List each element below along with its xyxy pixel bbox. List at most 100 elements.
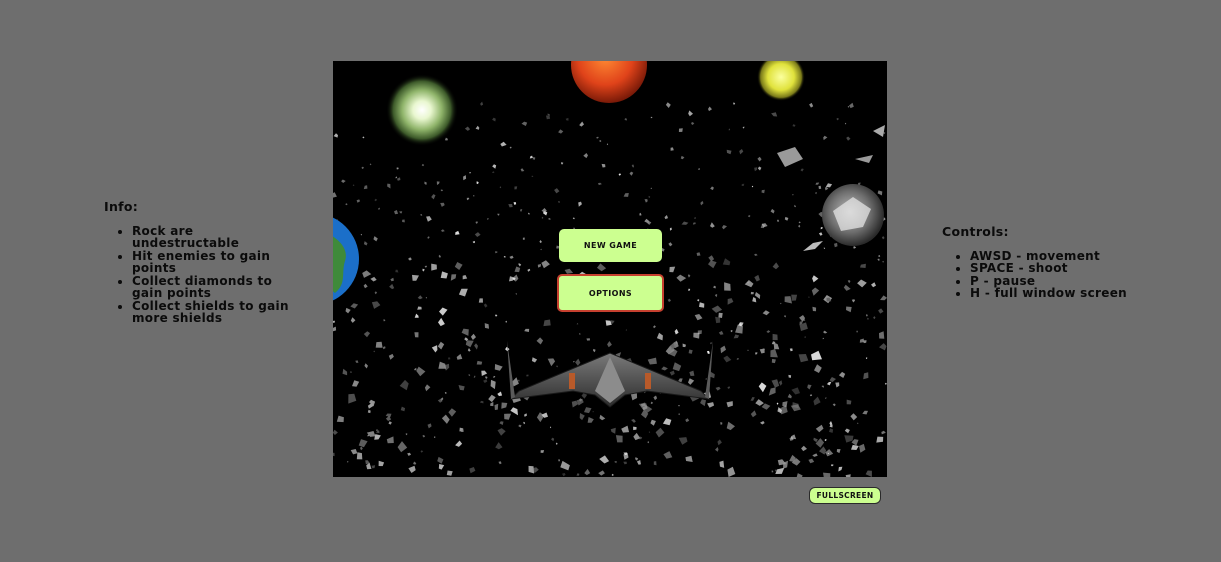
- asteroid-fragment: [813, 396, 821, 406]
- asteroid-fragment: [455, 230, 460, 235]
- asteroid-fragment: [685, 455, 693, 462]
- asteroid-fragment: [431, 194, 436, 200]
- asteroid-fragment: [751, 185, 754, 188]
- asteroid-fragment: [333, 326, 337, 332]
- asteroid-fragment: [458, 288, 468, 297]
- asteroid-fragment: [770, 208, 775, 214]
- asteroid-fragment: [791, 294, 798, 301]
- asteroid-fragment: [670, 147, 674, 151]
- asteroid-fragment: [469, 467, 476, 474]
- asteroid-fragment: [688, 349, 693, 354]
- asteroid-fragment: [408, 257, 412, 261]
- asteroid-fragment: [847, 280, 851, 284]
- asteroid-fragment: [624, 118, 627, 121]
- asteroid-fragment: [399, 211, 403, 214]
- asteroid-fragment: [844, 435, 854, 443]
- asteroid-fragment: [730, 330, 733, 333]
- asteroid-fragment: [723, 355, 732, 363]
- asteroid-fragment: [696, 252, 701, 256]
- asteroid-fragment: [536, 412, 545, 423]
- asteroid-fragment: [369, 163, 372, 166]
- asteroid-fragment: [678, 128, 683, 132]
- asteroid-fragment: [879, 331, 885, 339]
- asteroid-fragment: [742, 126, 745, 129]
- asteroid-fragment: [593, 348, 596, 353]
- asteroid-fragment: [524, 413, 527, 417]
- asteroid-fragment: [823, 135, 828, 141]
- asteroid-fragment: [798, 221, 801, 224]
- asteroid-fragment: [844, 428, 850, 434]
- asteroid-fragment: [792, 124, 796, 127]
- asteroid-fragment: [807, 384, 812, 390]
- asteroid-fragment: [648, 431, 651, 433]
- asteroid-fragment: [733, 102, 736, 105]
- asteroid-fragment: [378, 460, 385, 467]
- asteroid-fragment: [674, 328, 679, 335]
- asteroid-fragment: [722, 225, 727, 230]
- asteroid-fragment: [541, 260, 550, 269]
- asteroid-fragment: [438, 317, 445, 327]
- game-canvas[interactable]: NEW GAME OPTIONS: [333, 61, 887, 477]
- fullscreen-button[interactable]: FULLSCREEN: [809, 487, 881, 504]
- asteroid-fragment: [784, 296, 792, 304]
- asteroid-fragment: [479, 400, 484, 404]
- asteroid-fragment: [799, 315, 806, 322]
- asteroid-fragment: [475, 221, 479, 224]
- asteroid-fragment: [824, 397, 827, 399]
- asteroid-fragment: [853, 246, 857, 249]
- asteroid-fragment: [672, 362, 682, 372]
- asteroid-fragment: [850, 413, 858, 421]
- asteroid-fragment: [849, 102, 854, 109]
- asteroid-fragment: [581, 393, 588, 399]
- new-game-button[interactable]: NEW GAME: [559, 229, 662, 262]
- asteroid-fragment: [691, 121, 695, 125]
- asteroid-fragment: [526, 374, 529, 377]
- asteroid-fragment: [717, 439, 722, 446]
- asteroid-fragment: [680, 155, 685, 160]
- asteroid-fragment: [863, 372, 869, 380]
- asteroid-fragment: [636, 460, 641, 465]
- asteroid-fragment: [472, 240, 475, 244]
- asteroid-fragment: [813, 437, 818, 443]
- asteroid-fragment: [705, 378, 707, 380]
- asteroid-fragment: [514, 266, 521, 273]
- info-panel: Info: Rock are undestructable Hit enemie…: [104, 199, 289, 325]
- asteroid-fragment: [575, 358, 581, 366]
- asteroid-fragment: [548, 217, 551, 220]
- asteroid-fragment: [811, 350, 822, 361]
- asteroid-fragment: [845, 474, 851, 477]
- asteroid-fragment: [791, 434, 797, 440]
- asteroid-fragment: [488, 394, 496, 403]
- asteroid-fragment: [537, 264, 541, 268]
- asteroid-fragment: [722, 258, 731, 266]
- asteroid-fragment: [417, 306, 422, 310]
- yellow-moon: [757, 61, 805, 101]
- asteroid-fragment: [473, 375, 476, 378]
- asteroid-fragment: [823, 330, 828, 334]
- asteroid-fragment: [715, 386, 721, 391]
- asteroid-fragment: [440, 202, 445, 207]
- asteroid-fragment: [836, 118, 839, 121]
- info-title: Info:: [104, 199, 139, 214]
- asteroid-fragment: [407, 452, 411, 456]
- asteroid-fragment: [478, 298, 483, 303]
- asteroid-fragment: [433, 436, 436, 438]
- asteroid-fragment: [490, 379, 496, 390]
- asteroid-fragment: [505, 346, 510, 352]
- asteroid-fragment: [656, 332, 663, 341]
- options-button[interactable]: OPTIONS: [557, 274, 664, 312]
- asteroid-fragment: [631, 419, 636, 423]
- asteroid-fragment: [655, 427, 665, 438]
- asteroid-fragment: [508, 204, 513, 208]
- asteroid-fragment: [611, 473, 614, 476]
- asteroid-fragment: [543, 319, 551, 327]
- asteroid-fragment: [791, 387, 800, 395]
- asteroid-fragment: [470, 333, 476, 340]
- asteroid-fragment: [678, 413, 680, 416]
- asteroid-fragment: [750, 397, 755, 401]
- asteroid-fragment: [726, 149, 732, 155]
- controls-title: Controls:: [942, 224, 1009, 239]
- asteroid-fragment: [697, 299, 700, 302]
- asteroid-fragment: [647, 357, 657, 365]
- asteroid-fragment: [607, 341, 612, 348]
